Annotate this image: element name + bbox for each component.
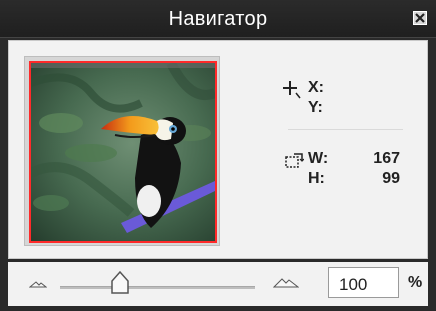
crosshair-icon: [283, 81, 301, 99]
toucan-image: [31, 63, 215, 241]
selection-size-icon: [285, 153, 304, 168]
titlebar[interactable]: Навигатор: [0, 0, 436, 38]
w-value: 167: [373, 150, 400, 167]
h-label: H:: [308, 170, 325, 187]
zoom-percent-label: %: [408, 274, 423, 291]
y-label: Y:: [308, 99, 323, 116]
zoom-slider-thumb[interactable]: [110, 271, 130, 295]
zoom-in-icon[interactable]: [273, 275, 299, 289]
window-title: Навигатор: [168, 8, 268, 30]
close-button[interactable]: [413, 11, 427, 25]
w-label: W:: [308, 150, 329, 167]
h-value: 99: [382, 170, 400, 187]
navigator-window: Навигатор X: Y: W: H: 167 99 100 %: [0, 0, 436, 311]
x-label: X:: [308, 79, 324, 96]
zoom-value-input[interactable]: [328, 267, 399, 298]
info-separator: [288, 129, 403, 130]
info-readout: X: Y: W: H: 167 99: [282, 73, 412, 213]
zoom-slider-track[interactable]: [60, 286, 255, 289]
preview-thumbnail[interactable]: [29, 61, 217, 243]
zoom-out-icon[interactable]: [29, 279, 47, 289]
close-icon: [415, 13, 425, 23]
